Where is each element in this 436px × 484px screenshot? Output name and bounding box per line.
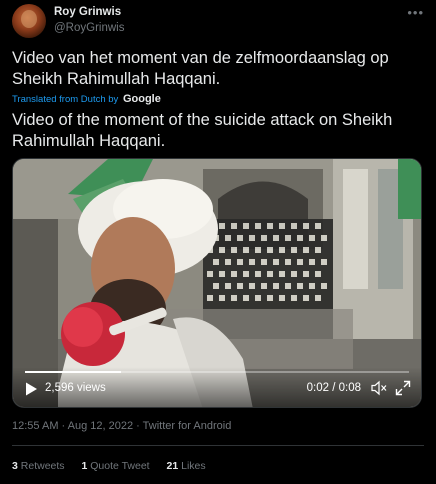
author-handle[interactable]: @RoyGrinwis (54, 22, 124, 34)
likes-stat[interactable]: 21 Likes (167, 460, 206, 472)
fullscreen-icon[interactable] (395, 380, 411, 396)
likes-count: 21 (166, 460, 179, 472)
play-icon[interactable] (23, 381, 39, 397)
tweet-translation: Video of the moment of the suicide attac… (12, 111, 393, 150)
video-controls: 2,596 views 0:02 / 0:08 (13, 367, 421, 407)
retweets-count: 3 (12, 460, 18, 472)
retweets-label: Retweets (20, 460, 65, 472)
tweet-header: Roy Grinwis @RoyGrinwis ••• (12, 4, 424, 38)
quotes-stat[interactable]: 1 Quote Tweet (81, 460, 149, 472)
ellipsis-icon[interactable]: ••• (407, 5, 424, 20)
translation-attribution[interactable]: Translated from Dutch by Google (12, 93, 161, 105)
video-player[interactable]: 2,596 views 0:02 / 0:08 (12, 158, 422, 408)
likes-label: Likes (181, 460, 206, 472)
tweet-text: Video van het moment van de zelfmoordaan… (12, 49, 389, 88)
translator-name: Google (122, 93, 161, 105)
author-name[interactable]: Roy Grinwis (54, 6, 121, 18)
avatar[interactable] (12, 4, 46, 38)
tweet-timestamp[interactable]: 12:55 AM · Aug 12, 2022 · Twitter for An… (12, 420, 231, 432)
translated-label: Translated from Dutch by (12, 94, 119, 105)
quotes-count: 1 (81, 460, 88, 472)
quotes-label: Quote Tweet (90, 460, 150, 472)
view-count: 2,596 views (45, 382, 106, 394)
mute-icon[interactable] (371, 380, 387, 396)
video-progress-bar[interactable] (25, 371, 409, 373)
retweets-stat[interactable]: 3 Retweets (12, 460, 65, 472)
tweet-stats: 3 Retweets 1 Quote Tweet 21 Likes (12, 460, 220, 472)
video-progress-fill (25, 371, 121, 373)
video-time: 0:02 / 0:08 (306, 382, 361, 394)
divider (12, 445, 424, 446)
